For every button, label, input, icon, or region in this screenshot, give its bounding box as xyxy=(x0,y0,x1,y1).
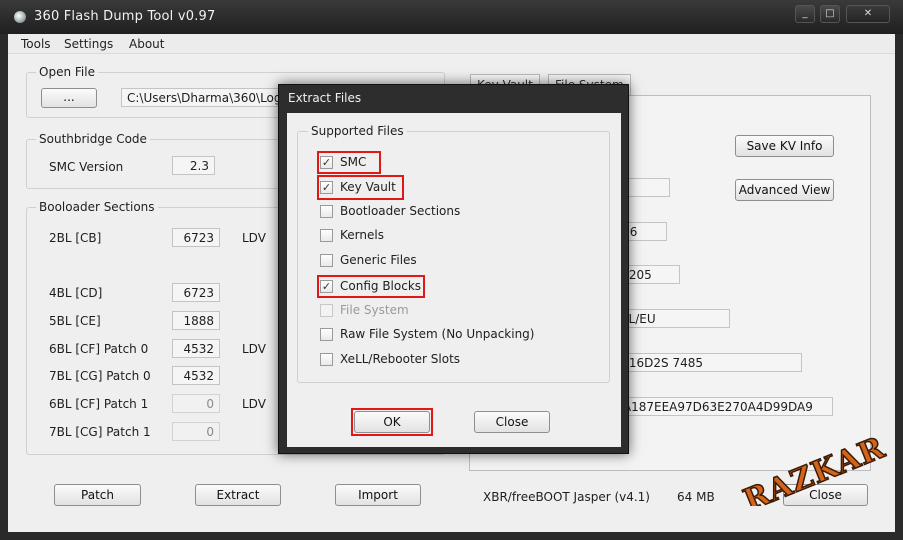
bl-6bl-p0-field: 4532 xyxy=(172,339,220,358)
main-window: 360 Flash Dump Tool v0.97 _ □ ✕ Tools Se… xyxy=(0,0,903,540)
window-title: 360 Flash Dump Tool v0.97 xyxy=(34,9,216,24)
minimize-button[interactable]: _ xyxy=(795,5,815,23)
extract-files-dialog: Extract Files Supported Files ✓ SMC ✓ Ke… xyxy=(278,84,629,454)
menu-about[interactable]: About xyxy=(129,37,164,51)
bl-7bl-p1-field: 0 xyxy=(172,422,220,441)
file-system-option-label: File System xyxy=(340,303,409,317)
dialog-close-button[interactable]: Close xyxy=(474,411,550,433)
generic-files-option-label: Generic Files xyxy=(340,253,417,267)
menu-settings[interactable]: Settings xyxy=(64,37,113,51)
browse-button[interactable]: ... xyxy=(41,88,97,108)
raw-file-system-checkbox[interactable] xyxy=(320,328,333,341)
bl-6bl-p1-field: 0 xyxy=(172,394,220,413)
bl-5bl-field: 1888 xyxy=(172,311,220,330)
advanced-view-button[interactable]: Advanced View xyxy=(735,179,834,201)
save-kv-info-button[interactable]: Save KV Info xyxy=(735,135,834,157)
svg-text:RAZKAR: RAZKAR xyxy=(739,430,890,506)
generic-files-checkbox[interactable] xyxy=(320,254,333,267)
xell-rebooter-slots-option-label: XeLL/Rebooter Slots xyxy=(340,352,461,366)
kv-field-6: D7A187EEA97D63E270A4D99DA9 xyxy=(600,397,833,416)
highlight-config-blocks xyxy=(317,275,425,298)
bl-2bl-label: 2BL [CB] xyxy=(49,231,102,245)
bl-6bl-p1-label: 6BL [CF] Patch 1 xyxy=(49,397,149,411)
highlight-smc xyxy=(317,151,381,174)
file-path-field[interactable]: C:\Users\Dharma\360\Log xyxy=(121,88,281,107)
status-text: XBR/freeBOOT Jasper (v4.1) xyxy=(483,490,650,504)
patch-button[interactable]: Patch xyxy=(54,484,141,506)
raw-file-system-option-label: Raw File System (No Unpacking) xyxy=(340,327,535,341)
kv-field-5: DG-16D2S 7485 xyxy=(600,353,802,372)
menu-tools[interactable]: Tools xyxy=(21,37,51,51)
bl-6bl-p0-ldv-label: LDV xyxy=(242,342,266,356)
xell-rebooter-slots-checkbox[interactable] xyxy=(320,353,333,366)
highlight-key-vault xyxy=(317,175,404,200)
bl-5bl-label: 5BL [CE] xyxy=(49,314,101,328)
supported-files-label: Supported Files xyxy=(308,124,407,138)
kernels-option-label: Kernels xyxy=(340,228,384,242)
file-system-checkbox xyxy=(320,304,333,317)
bl-7bl-p1-label: 7BL [CG] Patch 1 xyxy=(49,425,151,439)
bootloader-sections-checkbox[interactable] xyxy=(320,205,333,218)
razkar-watermark: RAZKAR xyxy=(738,429,891,506)
southbridge-label: Southbridge Code xyxy=(36,132,150,146)
bl-4bl-label: 4BL [CD] xyxy=(49,286,103,300)
bootloader-sections-option-label: Bootloader Sections xyxy=(340,204,461,218)
size-text: 64 MB xyxy=(677,490,715,504)
smc-version-field: 2.3 xyxy=(172,156,215,175)
bl-7bl-p0-label: 7BL [CG] Patch 0 xyxy=(49,369,151,383)
bl-6bl-p1-ldv-label: LDV xyxy=(242,397,266,411)
maximize-button[interactable]: □ xyxy=(820,5,840,23)
bootloader-label: Booloader Sections xyxy=(36,200,158,214)
smc-version-label: SMC Version xyxy=(49,160,124,174)
bl-4bl-field: 6723 xyxy=(172,283,220,302)
bl-7bl-p0-field: 4532 xyxy=(172,366,220,385)
close-window-button[interactable]: ✕ xyxy=(846,5,890,23)
import-button[interactable]: Import xyxy=(335,484,421,506)
open-file-label: Open File xyxy=(36,65,98,79)
title-bar[interactable]: 360 Flash Dump Tool v0.97 _ □ ✕ xyxy=(0,0,903,34)
highlight-ok xyxy=(351,408,433,436)
bl-2bl-field: 6723 xyxy=(172,228,220,247)
dialog-title: Extract Files xyxy=(288,91,362,105)
app-icon xyxy=(14,11,26,23)
menu-bar: Tools Settings About xyxy=(8,34,895,54)
extract-button[interactable]: Extract xyxy=(195,484,281,506)
dialog-body: Supported Files ✓ SMC ✓ Key Vault Bootlo… xyxy=(287,113,621,447)
bl-2bl-ldv-label: LDV xyxy=(242,231,266,245)
bl-6bl-p0-label: 6BL [CF] Patch 0 xyxy=(49,342,149,356)
kernels-checkbox[interactable] xyxy=(320,229,333,242)
